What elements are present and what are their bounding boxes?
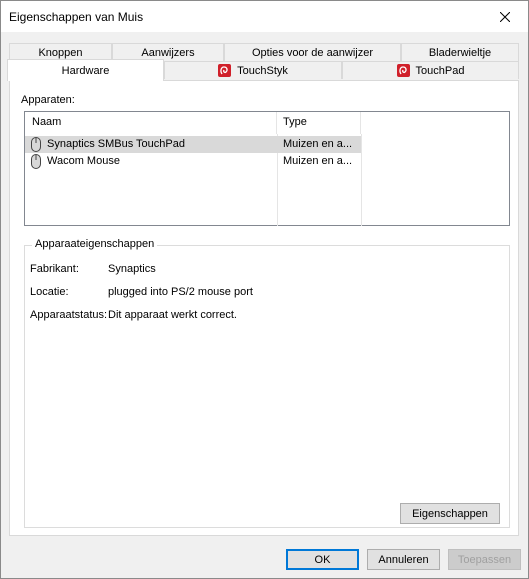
devices-label: Apparaten:: [21, 94, 75, 106]
device-name: Synaptics SMBus TouchPad: [47, 138, 185, 150]
apply-button[interactable]: Toepassen: [448, 549, 521, 570]
tab-label: Hardware: [61, 64, 110, 77]
location-label: Locatie:: [30, 286, 69, 298]
synaptics-icon: [396, 64, 410, 77]
list-header: Naam Type: [25, 112, 361, 134]
tab-label: TouchPad: [415, 64, 465, 77]
synaptics-icon: [218, 64, 232, 77]
device-properties-group: [24, 245, 510, 528]
tab-label: Knoppen: [38, 46, 83, 59]
device-type: Muizen en a...: [283, 138, 353, 150]
device-name: Wacom Mouse: [47, 155, 120, 167]
tab-opties-voor-de-aanwijzer[interactable]: Opties voor de aanwijzer: [224, 43, 401, 61]
close-icon: [500, 11, 510, 22]
properties-button[interactable]: Eigenschappen: [400, 503, 500, 524]
mouse-properties-dialog: Eigenschappen van Muis Knoppen Aanwijzer…: [0, 0, 529, 579]
device-properties-title: Apparaateigenschappen: [32, 238, 158, 250]
mouse-icon: [31, 154, 41, 169]
title-bar: Eigenschappen van Muis: [1, 1, 528, 32]
devices-list[interactable]: Naam Type Synaptics SMBus TouchPad Muize…: [24, 111, 510, 226]
list-item[interactable]: Synaptics SMBus TouchPad Muizen en a...: [25, 136, 361, 153]
tab-label: TouchStyk: [237, 64, 288, 77]
status-value[interactable]: Dit apparaat werkt correct.: [108, 309, 237, 321]
close-button[interactable]: [482, 1, 528, 32]
hardware-panel: Apparaten: Naam Type Synaptics SMBus Tou…: [9, 80, 519, 536]
status-label: Apparaatstatus:: [30, 309, 108, 321]
ok-button[interactable]: OK: [286, 549, 359, 570]
list-item[interactable]: Wacom Mouse Muizen en a...: [25, 153, 361, 170]
tab-touchpad[interactable]: TouchPad: [342, 61, 519, 79]
column-divider: [361, 134, 362, 226]
column-header-naam[interactable]: Naam: [25, 112, 277, 134]
location-value: plugged into PS/2 mouse port: [108, 286, 253, 298]
tab-touchstyk[interactable]: TouchStyk: [164, 61, 342, 79]
manufacturer-value: Synaptics: [108, 263, 156, 275]
tab-bladerwieltje[interactable]: Bladerwieltje: [401, 43, 519, 61]
tab-label: Aanwijzers: [141, 46, 195, 59]
tab-label: Bladerwieltje: [428, 46, 492, 59]
mouse-icon: [31, 137, 41, 152]
device-type: Muizen en a...: [283, 155, 353, 167]
column-header-type[interactable]: Type: [277, 112, 361, 134]
tab-label: Opties voor de aanwijzer: [251, 46, 374, 59]
window-title: Eigenschappen van Muis: [9, 10, 144, 24]
tab-hardware[interactable]: Hardware: [7, 59, 164, 81]
cancel-button[interactable]: Annuleren: [367, 549, 440, 570]
manufacturer-label: Fabrikant:: [30, 263, 79, 275]
